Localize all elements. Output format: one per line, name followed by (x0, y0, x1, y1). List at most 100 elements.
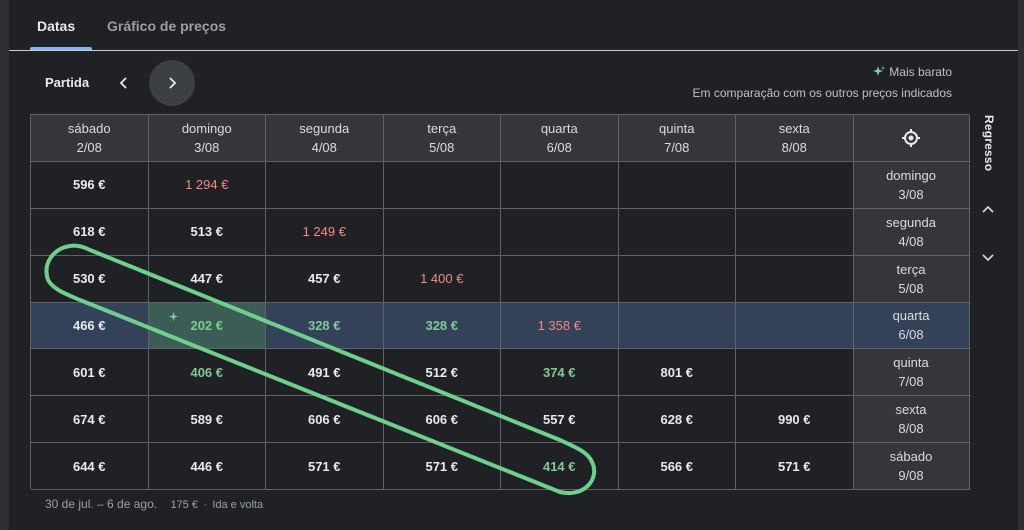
previous-dates-button[interactable] (101, 60, 147, 106)
return-header-day: quarta (892, 308, 930, 324)
price-cell[interactable]: 606 € (383, 396, 501, 444)
comparison-note: Em comparação com os outros preços indic… (692, 86, 952, 100)
return-header-day: quinta (893, 355, 929, 371)
departure-date-header[interactable]: segunda 4/08 (266, 115, 384, 162)
return-date-header[interactable]: domingo 3/08 (853, 162, 970, 209)
return-date-header[interactable]: terça 5/08 (853, 255, 970, 303)
departure-header-day: segunda (299, 121, 350, 136)
price-value: 628 € (660, 411, 694, 427)
departure-header-date: 6/08 (546, 140, 572, 155)
active-tab-indicator (30, 47, 92, 50)
trip-type-separator: · (203, 499, 207, 511)
return-header-date: 9/08 (898, 468, 924, 484)
price-cell[interactable]: 557 € (501, 396, 619, 444)
sparkle-icon (168, 311, 180, 326)
empty-cell (383, 162, 501, 209)
return-header-date: 8/08 (898, 421, 924, 437)
price-value: 491 € (307, 364, 341, 380)
price-cell[interactable]: 457 € (266, 255, 384, 303)
return-header-date: 4/08 (898, 233, 924, 249)
departure-date-header[interactable]: quinta 7/08 (618, 115, 736, 162)
price-cell[interactable]: 374 € (501, 349, 619, 397)
price-cell[interactable]: 1 294 € (148, 162, 266, 209)
price-cell[interactable]: 512 € (383, 349, 501, 397)
price-cell[interactable]: 596 € (31, 162, 149, 209)
price-value: 530 € (72, 271, 106, 287)
price-cell[interactable]: 447 € (148, 255, 266, 303)
price-value: 1 249 € (302, 224, 346, 240)
price-cell[interactable]: 1 358 € (501, 302, 619, 350)
empty-cell (618, 162, 736, 209)
return-date-header[interactable]: sexta 8/08 (853, 396, 970, 444)
price-cell[interactable]: 674 € (31, 396, 149, 444)
departure-header-date: 8/08 (781, 140, 807, 155)
return-header-date: 5/08 (898, 280, 924, 296)
reset-selection-button[interactable] (853, 115, 970, 162)
price-cell[interactable]: 491 € (266, 349, 384, 397)
price-cell[interactable]: 589 € (148, 396, 266, 444)
price-cell[interactable]: 566 € (618, 443, 736, 490)
price-cell[interactable]: 990 € (736, 396, 854, 444)
price-value: 374 € (542, 364, 576, 380)
return-header-date: 7/08 (898, 374, 924, 390)
price-cell[interactable]: 414 € (501, 443, 619, 490)
price-cell[interactable]: 606 € (266, 396, 384, 444)
departure-date-header[interactable]: quarta 6/08 (501, 115, 619, 162)
price-cell[interactable]: 571 € (383, 443, 501, 490)
chevron-down-icon (982, 254, 994, 262)
return-date-header[interactable]: sábado 9/08 (853, 443, 970, 490)
price-value: 644 € (72, 458, 106, 474)
return-header-date: 3/08 (898, 186, 924, 202)
departure-date-header[interactable]: sábado 2/08 (31, 115, 149, 162)
price-value: 601 € (72, 364, 106, 380)
price-value: 990 € (777, 411, 811, 427)
price-cell[interactable]: 1 249 € (266, 208, 384, 256)
return-date-header[interactable]: quarta 6/08 (853, 302, 970, 350)
chevron-right-icon (169, 77, 177, 89)
departure-date-header[interactable]: domingo 3/08 (148, 115, 266, 162)
price-cell[interactable]: 644 € (31, 443, 149, 490)
departure-header-day: quarta (540, 121, 578, 136)
departure-header-date: 2/08 (76, 140, 102, 155)
departure-header-day: domingo (181, 121, 232, 136)
date-grid-panel: Datas Gráfico de preços Partida Mais bar… (9, 0, 1018, 530)
price-cell[interactable]: 328 € (383, 302, 501, 350)
empty-cell (736, 349, 854, 397)
tab-bar: Datas Gráfico de preços (9, 0, 1018, 51)
price-cell[interactable]: 328 € (266, 302, 384, 350)
departure-date-header[interactable]: sexta 8/08 (736, 115, 854, 162)
price-cell[interactable]: 530 € (31, 255, 149, 303)
price-cell[interactable]: 466 € (31, 302, 149, 350)
price-cell[interactable]: 571 € (266, 443, 384, 490)
return-scroll-down-button[interactable] (976, 245, 1000, 269)
departure-header-day: sábado (67, 121, 111, 136)
chevron-up-icon (982, 205, 994, 213)
price-cell[interactable]: 1 400 € (383, 255, 501, 303)
return-date-header[interactable]: segunda 4/08 (853, 208, 970, 256)
departure-date-header[interactable]: terça 5/08 (383, 115, 501, 162)
empty-cell (736, 162, 854, 209)
price-cell[interactable]: 202 € (148, 302, 266, 350)
return-date-header[interactable]: quinta 7/08 (853, 349, 970, 397)
return-scroll-up-button[interactable] (976, 198, 1000, 222)
price-value: 1 400 € (420, 271, 464, 287)
tab-price-graph[interactable]: Gráfico de preços (107, 18, 226, 34)
price-cell[interactable]: 571 € (736, 443, 854, 490)
price-value: 557 € (542, 411, 576, 427)
price-cell[interactable]: 628 € (618, 396, 736, 444)
price-cell[interactable]: 601 € (31, 349, 149, 397)
price-cell[interactable]: 406 € (148, 349, 266, 397)
return-axis-label: Regresso (982, 115, 996, 172)
empty-cell (736, 302, 854, 350)
price-cell[interactable]: 801 € (618, 349, 736, 397)
empty-cell (618, 255, 736, 303)
price-cell[interactable]: 513 € (148, 208, 266, 256)
price-cell[interactable]: 618 € (31, 208, 149, 256)
departure-header-date: 5/08 (429, 140, 455, 155)
price-value: 1 294 € (185, 177, 229, 193)
departure-header-date: 4/08 (311, 140, 337, 155)
next-dates-button[interactable] (149, 60, 195, 106)
tab-dates[interactable]: Datas (37, 18, 75, 34)
return-header-day: segunda (886, 214, 936, 230)
price-cell[interactable]: 446 € (148, 443, 266, 490)
